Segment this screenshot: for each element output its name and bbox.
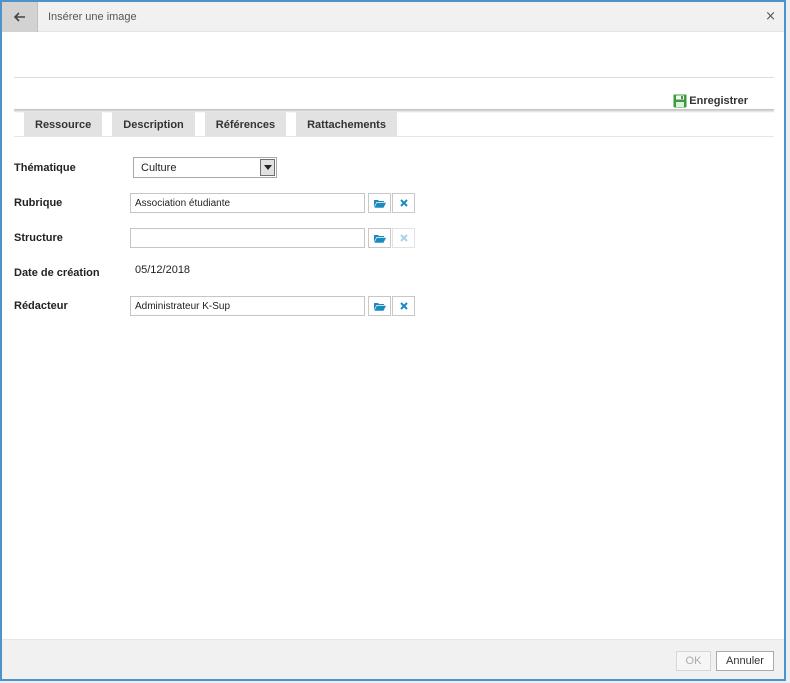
dialog-titlebar: Insérer une image ×	[2, 2, 784, 32]
tab-references[interactable]: Références	[204, 112, 287, 137]
thematique-value: Culture	[141, 162, 177, 174]
structure-field[interactable]	[130, 228, 365, 248]
rubrique-field[interactable]: Association étudiante	[130, 193, 365, 213]
divider	[14, 136, 774, 137]
tab-ressource[interactable]: Ressource	[24, 112, 103, 137]
divider	[14, 77, 774, 78]
back-button[interactable]	[2, 2, 38, 32]
rubrique-clear-button[interactable]	[392, 193, 415, 213]
dialog-content: Enregistrer Ressource Description Référe…	[2, 32, 784, 639]
redacteur-clear-button[interactable]	[392, 296, 415, 316]
folder-open-icon	[373, 234, 386, 243]
floppy-disk-icon	[673, 94, 687, 108]
save-label: Enregistrer	[689, 95, 748, 107]
cancel-button[interactable]: Annuler	[716, 651, 774, 671]
x-icon	[399, 302, 408, 310]
tab-description[interactable]: Description	[112, 112, 195, 137]
tab-rattachements[interactable]: Rattachements	[296, 112, 397, 137]
tab-bar: Ressource Description Références Rattach…	[24, 112, 407, 137]
arrow-left-icon	[13, 12, 25, 22]
ok-button[interactable]: OK	[676, 651, 711, 671]
dialog-title: Insérer une image	[48, 11, 137, 23]
dropdown-arrow-icon[interactable]	[260, 159, 275, 176]
redacteur-browse-button[interactable]	[368, 296, 391, 316]
x-icon	[399, 199, 408, 207]
structure-label: Structure	[14, 232, 63, 244]
redacteur-field[interactable]: Administrateur K-Sup	[130, 296, 365, 316]
save-button[interactable]: Enregistrer	[673, 94, 748, 108]
dialog-footer: OK Annuler	[2, 639, 784, 679]
rubrique-browse-button[interactable]	[368, 193, 391, 213]
folder-open-icon	[373, 199, 386, 208]
rubrique-label: Rubrique	[14, 197, 63, 209]
thematique-label: Thématique	[14, 162, 76, 174]
x-icon	[399, 234, 408, 242]
date-creation-value: 05/12/2018	[135, 264, 191, 276]
redacteur-label: Rédacteur	[14, 300, 68, 312]
structure-clear-button[interactable]	[392, 228, 415, 248]
thematique-select[interactable]: Culture	[133, 157, 277, 178]
structure-browse-button[interactable]	[368, 228, 391, 248]
insert-image-dialog: Insérer une image × Enregistrer Ressourc…	[0, 0, 786, 681]
date-creation-label: Date de création	[14, 267, 100, 279]
close-icon[interactable]: ×	[765, 10, 776, 23]
folder-open-icon	[373, 302, 386, 311]
